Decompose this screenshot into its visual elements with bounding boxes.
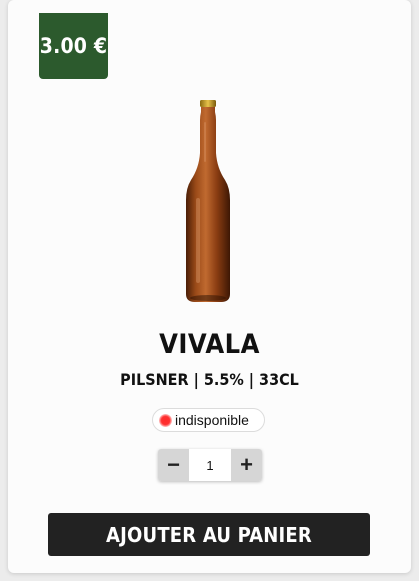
add-to-cart-button[interactable]: AJOUTER AU PANIER <box>48 513 370 556</box>
product-name: VIVALA <box>159 329 260 360</box>
decrement-button[interactable]: − <box>158 449 189 481</box>
beer-bottle-image <box>186 100 230 302</box>
price-label: 3.00 € <box>39 34 108 58</box>
increment-button[interactable]: + <box>231 449 262 481</box>
product-card: 3.00 € VIVALA PILSNER | 5.5% | 33CL indi… <box>8 0 411 573</box>
availability-badge: indisponible <box>152 408 265 432</box>
product-specs: PILSNER | 5.5% | 33CL <box>120 370 299 389</box>
quantity-stepper: − + <box>158 449 262 481</box>
status-dot-icon <box>159 413 172 427</box>
quantity-input[interactable] <box>189 449 231 481</box>
price-badge: 3.00 € <box>39 13 108 79</box>
availability-status: indisponible <box>175 412 249 428</box>
add-to-cart-label: AJOUTER AU PANIER <box>106 522 312 547</box>
